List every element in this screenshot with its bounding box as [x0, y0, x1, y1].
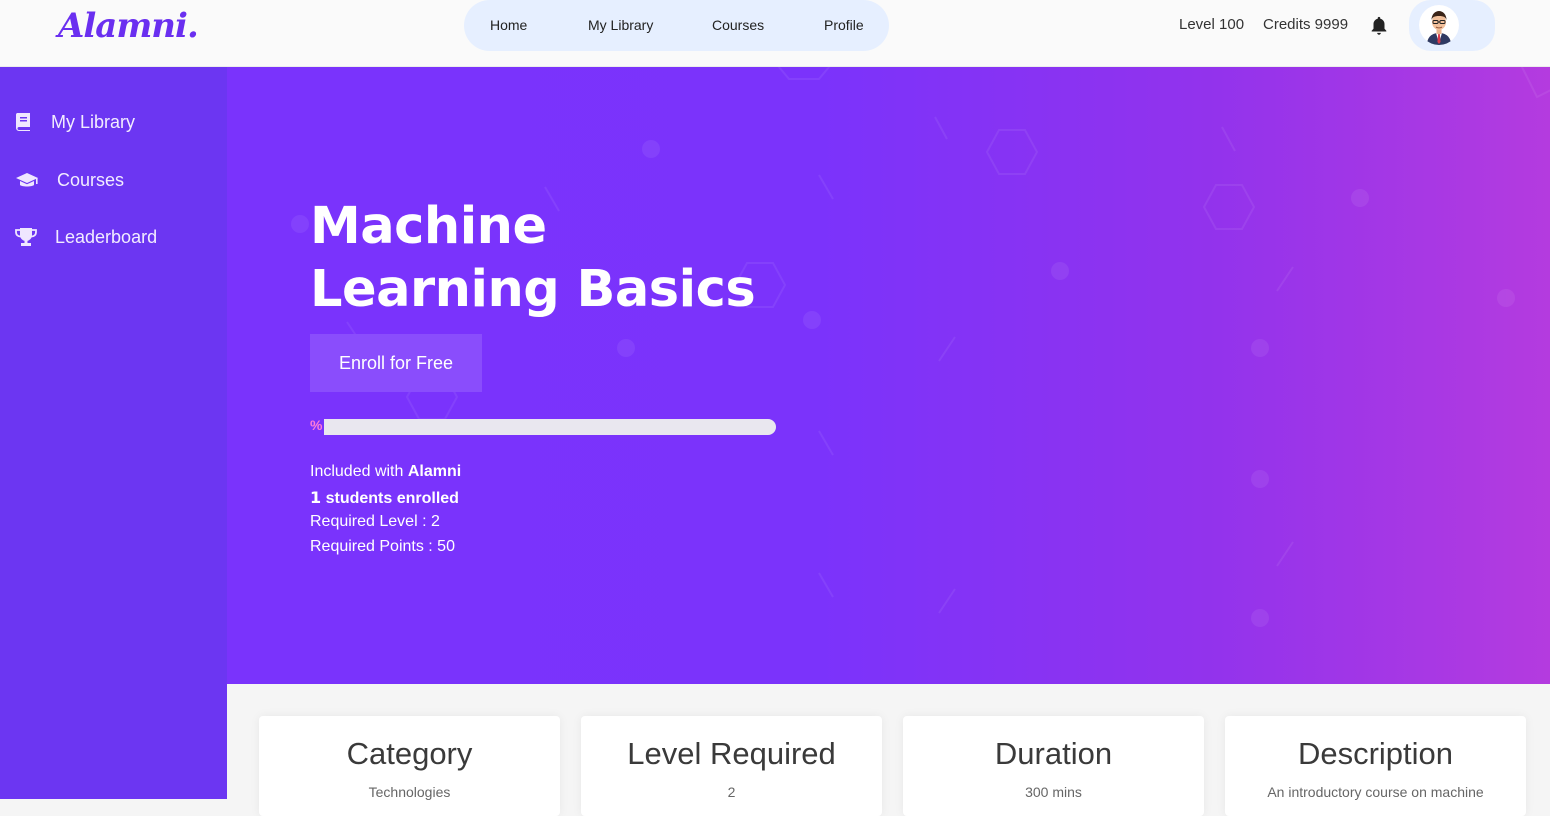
card-title: Category: [346, 736, 473, 771]
sidebar-item-label: Leaderboard: [55, 226, 158, 247]
included-with-text: Included with Alamni: [310, 463, 461, 481]
top-navbar: Alamni. Home My Library Courses Profile …: [0, 0, 1550, 67]
user-credits: Credits 9999: [1263, 16, 1349, 33]
included-prefix: Included with: [310, 463, 408, 480]
required-level-text: Required Level : 2: [310, 513, 440, 530]
course-title-line-1: Machine: [310, 197, 547, 256]
course-title: Machine Learning Basics: [310, 195, 756, 321]
profile-menu[interactable]: [1409, 0, 1495, 51]
sidebar-item-courses[interactable]: Courses: [15, 165, 124, 195]
included-brand: Alamni: [407, 463, 462, 480]
level-required-card: Level Required 2: [581, 716, 882, 816]
sidebar-item-label: My Library: [51, 111, 136, 132]
sidebar: My Library Courses Leaderboard: [0, 67, 227, 799]
course-title-line-2: Learning Basics: [310, 260, 756, 319]
user-level: Level 100: [1179, 16, 1245, 33]
card-value: 300 mins: [1025, 784, 1082, 800]
sidebar-item-leaderboard[interactable]: Leaderboard: [15, 222, 157, 252]
course-hero: Machine Learning Basics Enroll for Free …: [227, 67, 1550, 684]
nav-my-library[interactable]: My Library: [588, 17, 653, 33]
course-progress-bar: [324, 419, 776, 435]
nav-courses[interactable]: Courses: [712, 17, 764, 33]
trophy-icon: [15, 228, 37, 246]
duration-card: Duration 300 mins: [903, 716, 1204, 816]
required-points-text: Required Points : 50: [310, 538, 455, 555]
nav-profile[interactable]: Profile: [824, 17, 864, 33]
students-count: 1: [310, 488, 322, 507]
description-card: Description An introductory course on ma…: [1225, 716, 1526, 816]
card-value: An introductory course on machine: [1267, 784, 1484, 800]
card-title: Level Required: [627, 736, 836, 771]
nav-home[interactable]: Home: [490, 17, 527, 33]
card-value: 2: [727, 784, 736, 800]
graduation-cap-icon: [16, 173, 38, 187]
avatar[interactable]: [1419, 5, 1459, 45]
students-suffix: students enrolled: [321, 490, 459, 507]
book-icon: [15, 113, 30, 131]
enroll-button[interactable]: Enroll for Free: [310, 334, 482, 392]
card-title: Description: [1297, 736, 1454, 771]
card-value: Technologies: [368, 784, 451, 800]
category-card: Category Technologies: [259, 716, 560, 816]
sidebar-item-my-library[interactable]: My Library: [15, 107, 135, 137]
app-logo[interactable]: Alamni.: [58, 6, 199, 46]
main-nav: Home My Library Courses Profile: [464, 0, 889, 51]
sidebar-item-label: Courses: [57, 169, 125, 190]
card-title: Duration: [994, 736, 1113, 771]
bell-icon[interactable]: [1368, 14, 1390, 38]
students-enrolled-text: 1 students enrolled: [310, 488, 459, 508]
progress-label: %: [310, 417, 323, 433]
